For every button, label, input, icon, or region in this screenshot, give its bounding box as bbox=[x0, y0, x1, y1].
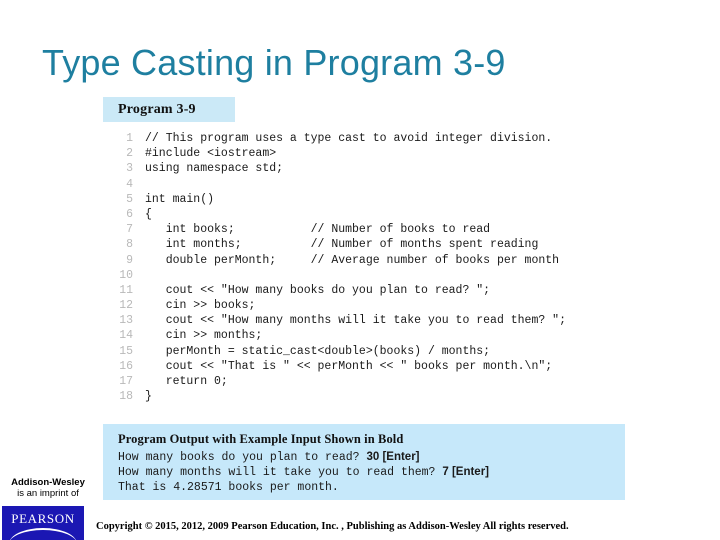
code-line: 3 using namespace std; bbox=[103, 162, 625, 177]
code-line: 6{ bbox=[103, 208, 625, 223]
code-line-number: 9 bbox=[126, 253, 133, 267]
code-line: 18} bbox=[103, 390, 625, 405]
code-line: 14 cin >> months; bbox=[103, 329, 625, 344]
page-title: Type Casting in Program 3-9 bbox=[42, 42, 506, 83]
code-line-text: int books; // Number of books to read bbox=[145, 223, 491, 237]
output-text: That is 4.28571 books per month. bbox=[118, 481, 339, 494]
program-listing-figure: Program 3-9 1 // This program uses a type… bbox=[103, 97, 625, 414]
code-line-number: 12 bbox=[119, 299, 133, 313]
pearson-logo: PEARSON bbox=[2, 506, 84, 540]
code-line: 5 int main() bbox=[103, 193, 625, 208]
program-output-line: That is 4.28571 books per month. bbox=[118, 480, 625, 495]
output-user-input: 7 [Enter] bbox=[442, 466, 490, 478]
code-line-number: 14 bbox=[119, 329, 133, 343]
code-line-text: int months; // Number of months spent re… bbox=[145, 238, 539, 252]
code-line-number: 15 bbox=[119, 344, 133, 358]
code-line-number: 3 bbox=[126, 162, 133, 176]
code-line-number: 16 bbox=[119, 359, 133, 373]
code-line-text: cout << "That is " << perMonth << " book… bbox=[145, 359, 553, 373]
code-line-number: 6 bbox=[126, 207, 133, 221]
output-user-input: 30 [Enter] bbox=[366, 451, 420, 463]
code-line-text: cout << "How many books do you plan to r… bbox=[145, 283, 491, 297]
code-line-number: 1 bbox=[126, 132, 133, 145]
code-line-text: using namespace std; bbox=[145, 162, 284, 176]
code-line-text: { bbox=[145, 207, 152, 221]
code-line: 15 perMonth = static_cast<double>(books)… bbox=[103, 345, 625, 360]
code-line: 11 cout << "How many books do you plan t… bbox=[103, 284, 625, 299]
code-line: 8 int months; // Number of months spent … bbox=[103, 238, 625, 253]
code-line-text: #include <iostream> bbox=[145, 147, 277, 161]
code-line-number: 11 bbox=[119, 283, 133, 297]
code-line-text: int main() bbox=[145, 192, 215, 206]
code-line: 1 // This program uses a type cast to avo… bbox=[103, 132, 625, 147]
program-output-box: Program Output with Example Input Shown … bbox=[103, 424, 625, 500]
imprint-block: Addison-Wesley is an imprint of bbox=[6, 477, 90, 499]
program-header-bar: Program 3-9 bbox=[103, 97, 235, 122]
code-line: 2 #include <iostream> bbox=[103, 147, 625, 162]
program-header-label: Program 3-9 bbox=[118, 101, 196, 117]
code-line-number: 5 bbox=[126, 192, 133, 206]
code-line: 17 return 0; bbox=[103, 375, 625, 390]
code-line-number: 8 bbox=[126, 238, 133, 252]
code-line: 7 int books; // Number of books to read bbox=[103, 223, 625, 238]
pearson-wordmark: PEARSON bbox=[11, 511, 75, 526]
program-output-line: How many months will it take you to read… bbox=[118, 465, 625, 480]
code-line-number: 4 bbox=[126, 177, 133, 191]
code-line-text: cout << "How many months will it take yo… bbox=[145, 314, 566, 328]
code-line-number: 2 bbox=[126, 147, 133, 161]
output-text: How many books do you plan to read? bbox=[118, 451, 367, 464]
code-line: 16 cout << "That is " << perMonth << " b… bbox=[103, 360, 625, 375]
code-line-text: cin >> months; bbox=[145, 329, 263, 343]
output-text: How many months will it take you to read… bbox=[118, 466, 443, 479]
code-line-number: 10 bbox=[119, 268, 133, 282]
code-line: 10 bbox=[103, 269, 625, 284]
pearson-arc-icon bbox=[9, 528, 77, 540]
code-line-text: } bbox=[145, 390, 152, 404]
code-line: 9 double perMonth; // Average number of … bbox=[103, 254, 625, 269]
code-line-text: // This program uses a type cast to avoi… bbox=[145, 132, 553, 145]
code-line-number: 7 bbox=[126, 223, 133, 237]
program-output-title: Program Output with Example Input Shown … bbox=[118, 432, 404, 446]
program-output-lines: How many books do you plan to read? 30 [… bbox=[118, 450, 625, 495]
code-line-text: double perMonth; // Average number of bo… bbox=[145, 253, 560, 267]
code-line-number: 13 bbox=[119, 314, 133, 328]
code-line-text: cin >> books; bbox=[145, 299, 256, 313]
code-listing: 1 // This program uses a type cast to avo… bbox=[103, 122, 625, 414]
code-line-text: return 0; bbox=[145, 375, 228, 388]
code-line-text: perMonth = static_cast<double>(books) / … bbox=[145, 344, 491, 358]
code-line: 13 cout << "How many months will it take… bbox=[103, 314, 625, 329]
code-line-number: 18 bbox=[119, 390, 133, 404]
code-line-number: 17 bbox=[119, 375, 133, 388]
copyright-notice: Copyright © 2015, 2012, 2009 Pearson Edu… bbox=[96, 521, 569, 532]
imprint-tagline: is an imprint of bbox=[17, 487, 79, 499]
program-output-line: How many books do you plan to read? 30 [… bbox=[118, 450, 625, 465]
code-line: 4 bbox=[103, 178, 625, 193]
code-line: 12 cin >> books; bbox=[103, 299, 625, 314]
